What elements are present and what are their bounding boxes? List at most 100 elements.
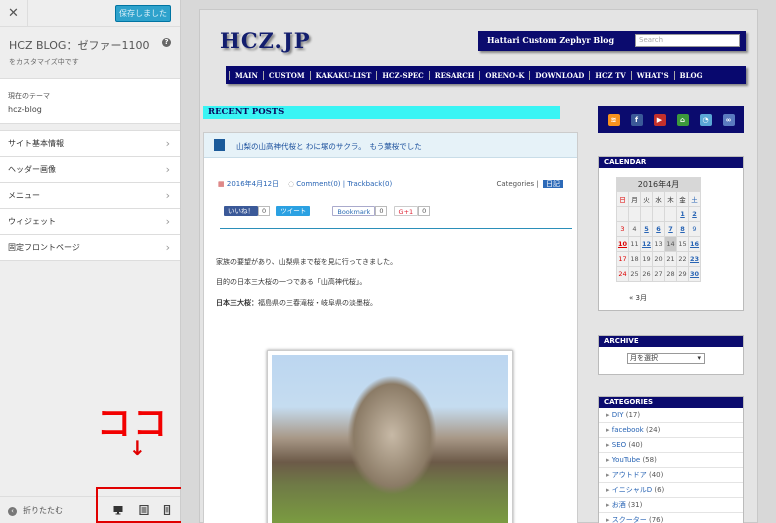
collapse-button[interactable]: ‹ 折りたたむ — [8, 505, 63, 516]
save-button[interactable]: 保存しました — [115, 5, 171, 22]
category-link[interactable]: スクーター — [612, 516, 647, 523]
calendar-day — [652, 206, 665, 222]
gplus-count: 0 — [418, 206, 431, 216]
nav-item[interactable]: MAIN — [229, 70, 263, 80]
category-item[interactable]: ▸ facebook (24) — [599, 423, 743, 438]
comment-icon: ◌ — [287, 180, 295, 188]
facebook-like-button[interactable]: いいね！ — [224, 206, 258, 216]
menu-item-label: メニュー — [8, 191, 40, 200]
category-item[interactable]: ▸ イニシャルD (6) — [599, 483, 743, 498]
calendar-day[interactable]: 12 — [640, 236, 653, 252]
calendar-day: 24 — [616, 266, 629, 282]
menu-item-site-info[interactable]: サイト基本情報 › — [0, 131, 180, 157]
category-link[interactable]: YouTube — [612, 456, 640, 464]
calendar-day: 18 — [628, 251, 641, 267]
category-link[interactable]: facebook — [612, 426, 644, 434]
calendar-weekday: 木 — [664, 191, 677, 207]
calendar-day: 20 — [652, 251, 665, 267]
category-count: (31) — [625, 501, 643, 509]
calendar-day: 27 — [652, 266, 665, 282]
archive-select[interactable]: 月を選択 ▾ — [627, 353, 705, 364]
category-count: (76) — [646, 516, 664, 523]
menu-item-header-image[interactable]: ヘッダー画像 › — [0, 157, 180, 183]
category-item[interactable]: ▸ SEO (40) — [599, 438, 743, 453]
category-link[interactable]: お酒 — [612, 501, 626, 509]
post-meta: ▦ 2016年4月12日 ◌ Comment(0) | Trackback(0) — [218, 180, 393, 188]
calendar-day: 22 — [676, 251, 689, 267]
highlight-box — [96, 487, 191, 523]
sidebar-header: ✕ 保存しました — [0, 0, 180, 27]
category-count: (17) — [623, 411, 641, 419]
chat-icon[interactable]: ◔ — [699, 113, 712, 126]
nav-item[interactable]: KAKAKU-LIST — [309, 70, 377, 80]
calendar-day[interactable]: 30 — [688, 266, 701, 282]
link-icon[interactable]: ∞ — [722, 113, 735, 126]
category-item[interactable]: ▸ DIY (17) — [599, 408, 743, 423]
post-photo[interactable] — [267, 350, 513, 523]
calendar-day — [616, 206, 629, 222]
calendar-day: 13 — [652, 236, 665, 252]
nav-item[interactable]: ORENO-K — [479, 70, 529, 80]
calendar-day[interactable]: 7 — [664, 221, 677, 237]
site-logo[interactable]: HCZ.JP — [220, 28, 311, 53]
calendar-day[interactable]: 10 — [616, 236, 629, 252]
post-paragraph: 家族の要望があり、山梨県まで桜を見に行ってきました。 — [216, 258, 398, 266]
category-item[interactable]: ▸ スクーター (76) — [599, 513, 743, 523]
collapse-arrow-icon: ‹ — [8, 507, 17, 516]
blog-name[interactable]: Hattari Custom Zephyr Blog — [487, 35, 614, 45]
nav-item[interactable]: HCZ TV — [589, 70, 630, 80]
nav-item[interactable]: DOWNLOAD — [529, 70, 589, 80]
calendar-day: 4 — [628, 221, 641, 237]
category-link[interactable]: アウトドア — [612, 471, 647, 479]
category-link[interactable]: イニシャルD — [612, 486, 652, 494]
calendar-day[interactable]: 6 — [652, 221, 665, 237]
nav-item[interactable]: RESARCH — [428, 70, 480, 80]
calendar-day[interactable]: 1 — [676, 206, 689, 222]
tweet-button[interactable]: ツイート — [276, 206, 311, 216]
trackback-link[interactable]: Trackback(0) — [347, 180, 392, 188]
calendar-day[interactable]: 2 — [688, 206, 701, 222]
nav-item[interactable]: HCZ-SPEC — [376, 70, 428, 80]
current-theme[interactable]: 現在のテーマ hcz-blog — [0, 78, 180, 124]
category-link[interactable]: SEO — [612, 441, 626, 449]
nav-item[interactable]: WHAT'S — [630, 70, 674, 80]
calendar-day[interactable]: 5 — [640, 221, 653, 237]
facebook-icon[interactable]: f — [630, 113, 643, 126]
category-link[interactable]: DIY — [612, 411, 624, 419]
calendar-day: 21 — [664, 251, 677, 267]
post-title[interactable]: 山梨の山高神代桜と わに塚のサクラ。 もう葉桜でした — [236, 141, 422, 152]
bookmark-button[interactable]: Bookmark — [332, 206, 376, 216]
post-paragraph: 日本三大桜：福島県の三春滝桜・岐阜県の淡墨桜。 — [216, 298, 377, 308]
calendar-day: 25 — [628, 266, 641, 282]
calendar-day: 9 — [688, 221, 701, 237]
rss-icon[interactable]: ≋ — [607, 113, 620, 126]
calendar-day: 14 — [664, 236, 677, 252]
menu-item-menus[interactable]: メニュー › — [0, 183, 180, 209]
category-count: (58) — [640, 456, 657, 464]
widget-title: CALENDAR — [599, 157, 743, 168]
nav-item[interactable]: BLOG — [673, 70, 708, 80]
calendar-day[interactable]: 8 — [676, 221, 689, 237]
tree-shape — [347, 375, 437, 495]
chevron-right-icon: › — [165, 189, 170, 202]
help-icon[interactable]: ? — [162, 38, 171, 47]
calendar-day[interactable]: 23 — [688, 251, 701, 267]
category-item[interactable]: ▸ YouTube (58) — [599, 453, 743, 468]
close-button[interactable]: ✕ — [0, 0, 28, 27]
customizer-menu: サイト基本情報 › ヘッダー画像 › メニュー › ウィジェット › 固定フロントページ… — [0, 130, 180, 261]
calendar-prev-link[interactable]: « 3月 — [629, 293, 647, 303]
home-icon[interactable]: ⌂ — [676, 113, 689, 126]
search-input[interactable]: Search — [635, 34, 740, 47]
category-tag[interactable]: 日記 — [543, 180, 563, 188]
gplus-button[interactable]: G+1 — [393, 206, 419, 216]
widget-title: ARCHIVE — [599, 336, 743, 347]
menu-item-widgets[interactable]: ウィジェット › — [0, 209, 180, 235]
menu-item-static-front-page[interactable]: 固定フロントページ › — [0, 235, 180, 261]
category-item[interactable]: ▸ アウトドア (40) — [599, 468, 743, 483]
youtube-icon[interactable]: ▶ — [653, 113, 666, 126]
category-item[interactable]: ▸ お酒 (31) — [599, 498, 743, 513]
menu-item-label: 固定フロントページ — [8, 243, 80, 252]
calendar-day[interactable]: 16 — [688, 236, 701, 252]
nav-item[interactable]: CUSTOM — [262, 70, 310, 80]
comment-link[interactable]: Comment(0) — [296, 180, 340, 188]
